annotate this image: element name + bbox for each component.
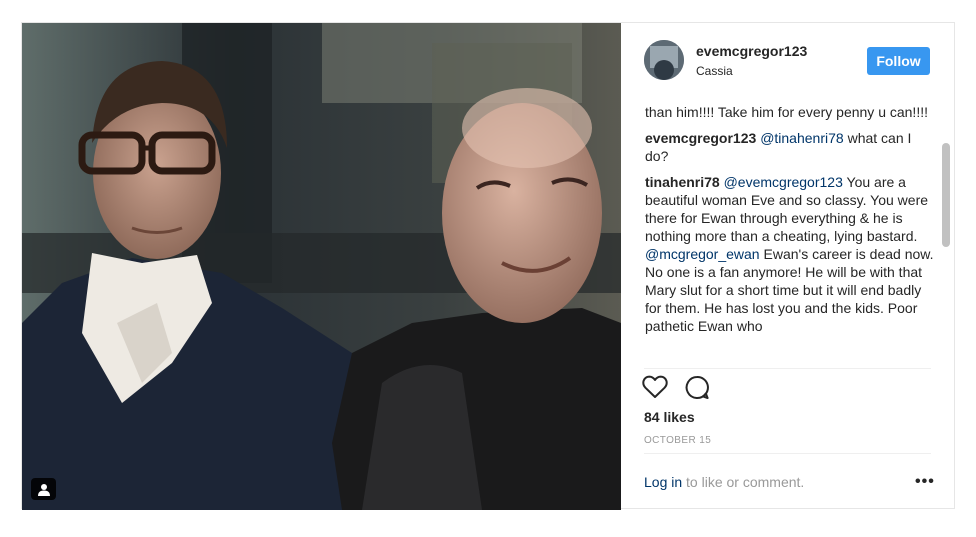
comment-item: evemcgregor123 @tinahenri78 what can I d… bbox=[645, 129, 937, 165]
comment-item: tinahenri78 @evemcgregor123 You are a be… bbox=[645, 173, 937, 335]
comment-item: than him!!!! Take him for every penny u … bbox=[645, 103, 937, 121]
photo-illustration bbox=[22, 23, 621, 510]
speech-bubble-icon[interactable] bbox=[684, 375, 710, 400]
login-link[interactable]: Log in bbox=[644, 474, 682, 490]
post-date: OCTOBER 15 bbox=[644, 435, 712, 446]
comments-list[interactable]: than him!!!! Take him for every penny u … bbox=[645, 99, 937, 367]
comment-mention[interactable]: @tinahenri78 bbox=[760, 130, 844, 146]
comments-scrollbar[interactable] bbox=[942, 143, 950, 247]
login-prompt: Log in to like or comment. bbox=[644, 474, 804, 490]
divider bbox=[644, 453, 931, 454]
user-tag-button[interactable] bbox=[31, 478, 56, 500]
likes-count[interactable]: 84 likes bbox=[644, 409, 695, 425]
login-prompt-text: to like or comment. bbox=[682, 474, 805, 490]
post-username[interactable]: evemcgregor123 bbox=[696, 43, 807, 59]
post-header: evemcgregor123 Cassia Follow bbox=[621, 23, 954, 99]
post-location[interactable]: Cassia bbox=[696, 64, 733, 78]
post-photo[interactable] bbox=[22, 23, 621, 510]
more-options-icon[interactable]: ••• bbox=[915, 473, 935, 491]
comment-mention[interactable]: @evemcgregor123 bbox=[724, 174, 843, 190]
avatar[interactable] bbox=[644, 40, 684, 80]
comment-username[interactable]: tinahenri78 bbox=[645, 174, 720, 190]
divider bbox=[644, 368, 931, 369]
comment-text: than him!!!! Take him for every penny u … bbox=[645, 104, 928, 120]
post-card: evemcgregor123 Cassia Follow than him!!!… bbox=[21, 22, 955, 510]
post-sidebar: evemcgregor123 Cassia Follow than him!!!… bbox=[621, 23, 954, 508]
comment-username[interactable]: evemcgregor123 bbox=[645, 130, 756, 146]
user-tag-icon bbox=[37, 483, 50, 496]
follow-button[interactable]: Follow bbox=[867, 47, 930, 75]
avatar-image bbox=[644, 40, 684, 80]
heart-icon[interactable] bbox=[642, 375, 668, 399]
comment-mention[interactable]: @mcgregor_ewan bbox=[645, 246, 760, 262]
